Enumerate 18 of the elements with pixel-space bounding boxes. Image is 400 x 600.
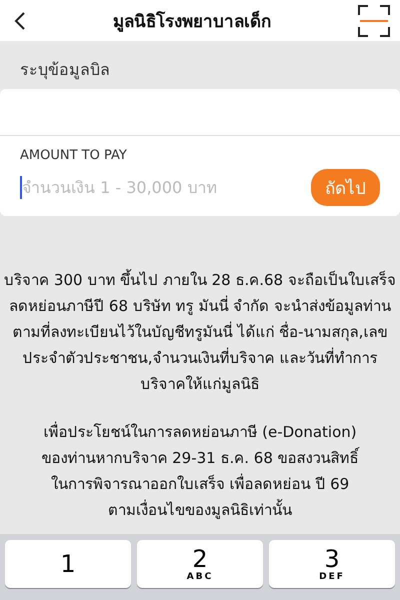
notice-text: ตามเงื่อนไขของมูลนิธิเท่านั้น bbox=[108, 498, 292, 521]
notice-text: ประจำตัวประชาชน,จำนวนเงินที่บริจาค และวันที่ทำการ bbox=[22, 346, 378, 369]
notice-text: บริจาค 300 บาท ขึ้นไป ภายใน 28 ธ.ค.68 จะถือเป็นใบเสร็จ bbox=[4, 268, 396, 291]
notice-text: บริจาคให้แก่มูลนิธิ bbox=[140, 374, 260, 395]
keypad-key[interactable]: 3 DEF bbox=[269, 540, 395, 588]
keypad-key[interactable]: 1 bbox=[5, 540, 131, 588]
notice-text: ตามที่ลงทะเบียนไว้ในบัญชีทรูมันนี่ ได้แก่ ชื่อ-นามสกุล,เลข bbox=[12, 320, 388, 344]
bill-info-field[interactable] bbox=[0, 89, 400, 136]
notice-text: เพื่อประโยชน์ในการลดหย่อนภาษี (e-Donation) bbox=[43, 420, 357, 443]
back-icon[interactable] bbox=[14, 10, 26, 30]
notice-text: ในการพิจารณาออกใบเสร็จ เพื่อลดหย่อน ปี 69 bbox=[50, 472, 350, 495]
amount-label: AMOUNT TO PAY bbox=[20, 148, 128, 163]
keypad-key[interactable]: 2 ABC bbox=[137, 540, 263, 588]
notice-text: ของท่านหากบริจาค 29-31 ธ.ค. 68 ขอสงวนสิทธิ์ bbox=[41, 446, 359, 469]
scan-icon[interactable] bbox=[358, 4, 390, 36]
section-label: ระบุข้อมูลบิล bbox=[19, 59, 111, 82]
notice-text: ลดหย่อนภาษีปี 68 บริษัท ทรู มันนี่ จำกัด จะนำส่งข้อมูลท่าน bbox=[9, 294, 391, 317]
page-title: มูลนิธิโรงพยาบาลเด็ก bbox=[113, 10, 271, 34]
